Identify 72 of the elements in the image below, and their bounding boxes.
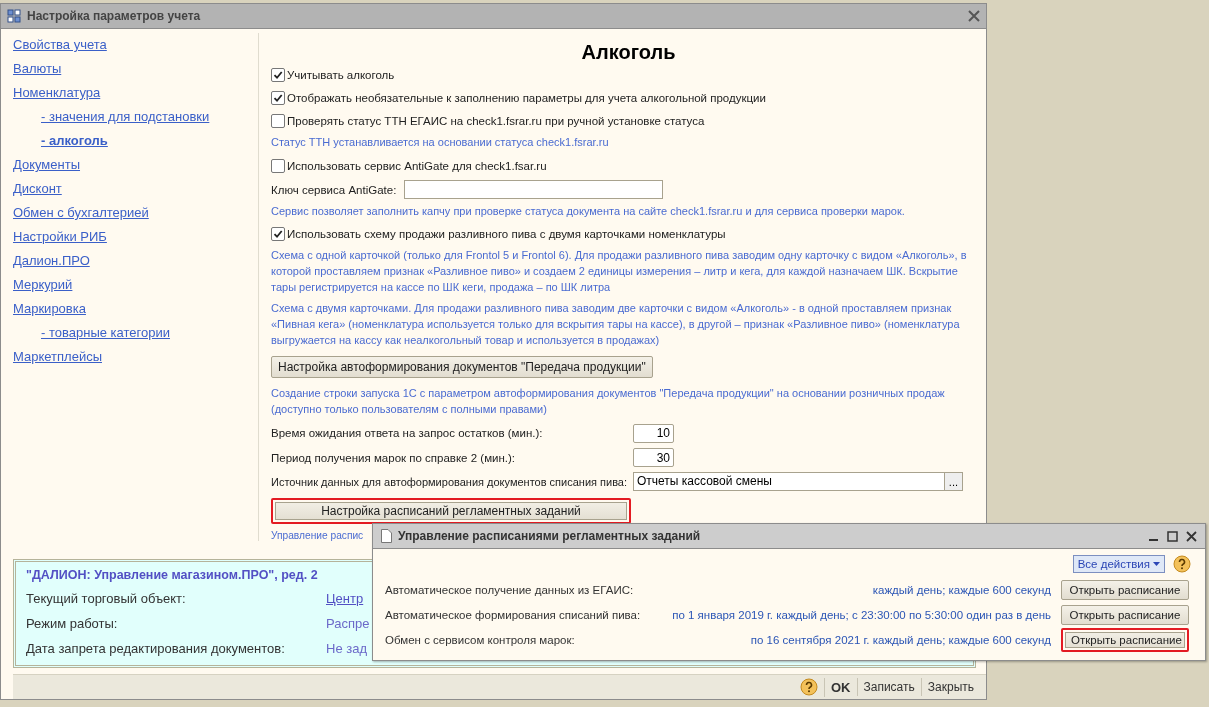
sidebar-link[interactable]: Далион.ПРО — [13, 249, 90, 273]
sidebar-link[interactable]: Настройки РИБ — [13, 225, 107, 249]
maximize-icon[interactable] — [1167, 530, 1178, 542]
sidebar-link[interactable]: Маркировка — [13, 297, 86, 321]
checkbox[interactable] — [271, 67, 285, 82]
field-label: Время ожидания ответа на запрос остатков (мин.): — [271, 427, 544, 440]
task-label: Обмен с сервисом контроля марок: — [385, 633, 576, 646]
checkbox[interactable] — [271, 91, 285, 105]
sidebar-link[interactable]: Обмен с бухгалтерией — [13, 201, 149, 225]
hint-text: Сервис позволяет заполнить капчу при проверке статуса документа на сайте check1.fsrar.ru и для сервиса проверки марок. — [271, 203, 906, 219]
checkbox[interactable] — [271, 158, 285, 173]
info-label: Текущий торговый объект: — [26, 590, 187, 608]
window-title: Настройка параметров учета — [27, 9, 202, 23]
open-schedule-button[interactable]: Открыть расписание — [1061, 627, 1189, 652]
hint-text: Схема с двумя карточками. Для продажи разливного пива заводим две карточки с видом «Алкоголь» - в одной проставляем признак «Пивная кега» (номенклатура используется только для вскрытия тары на кассе), в другой – признак «Разливное пиво» (номенклатура выгружается на кассу как неалкогольный товар и используется в продажах) — [271, 301, 961, 349]
checkbox-label[interactable]: Учитывать алкоголь — [287, 68, 395, 81]
open-schedule-button[interactable]: Открыть расписание — [1061, 604, 1189, 625]
sidebar-link[interactable]: Свойства учета — [13, 33, 107, 57]
dialog-title: Управление расписаниями регламентных заданий — [398, 529, 702, 543]
task-label: Автоматическое получение данных из ЕГАИС: — [385, 583, 635, 596]
choose-button[interactable]: ... — [943, 473, 962, 491]
select-field[interactable]: Отчеты кассовой смены ... — [633, 472, 963, 492]
sidebar-link[interactable]: - значения для подстановки — [41, 105, 210, 129]
action-button[interactable]: Настройка автоформирования документов "Передача продукции" — [271, 356, 653, 379]
hint-text: Создание строки запуска 1С с параметром автоформирования документов "Передача продукции" на основании розничных продаж (доступно только пользователям с полными правами) — [271, 386, 946, 418]
number-field[interactable]: 10 — [633, 423, 674, 443]
section-heading: Алкоголь — [581, 41, 676, 63]
info-label: Дата запрета редактирования документов: — [26, 640, 286, 658]
sidebar-link[interactable]: Дисконт — [13, 177, 62, 201]
info-link[interactable]: Центр — [326, 586, 364, 611]
help-icon[interactable] — [800, 678, 818, 696]
close-icon[interactable] — [1186, 530, 1197, 542]
info-value: Распре — [326, 615, 370, 633]
schedule-text: каждый день; каждые 600 секунд — [872, 583, 1051, 596]
sidebar-link[interactable]: Маркетплейсы — [13, 345, 102, 369]
link[interactable]: Управление распис — [271, 529, 364, 541]
checkbox-label[interactable]: Использовать сервис AntiGate для check1.fsar.ru — [287, 159, 547, 172]
field-label: Источник данных для автоформирования документов списания пива: — [271, 475, 629, 488]
checkbox-label[interactable]: Использовать схему продажи разливного пива с двумя карточками номенклатуры — [287, 228, 726, 241]
checkbox-label[interactable]: Проверять статус ТТН ЕГАИС на check1.fsrar.ru при ручной установке статуса — [287, 115, 705, 128]
sidebar-link[interactable]: - алкоголь — [41, 129, 108, 153]
sidebar-link[interactable]: Номенклатура — [13, 81, 101, 105]
sidebar-link[interactable]: Валюты — [13, 57, 62, 81]
footer-button[interactable]: OK — [824, 677, 857, 697]
hint-text: Схема с одной карточкой (только для Frontol 5 и Frontol 6). Для продажи разливного пива заводим одну карточку с видом «Алкоголь», в которой проставляем признак «Разливное пиво» и создаем 2 единицы измерения – литр и кега, для каждой назначаем ШК. Вскрытие тары регистрируется на кассе по ШК кеги, продажа – по ШК литра — [271, 248, 968, 296]
hint-text: Статус ТТН устанавливается на основании статуса check1.fsrar.ru — [271, 135, 610, 151]
schedule-text: по 1 января 2019 г. каждый день; с 23:30:00 по 5:30:00 один раз в день — [672, 608, 1051, 621]
document-icon — [381, 529, 392, 543]
number-field[interactable]: 30 — [633, 448, 674, 467]
help-icon[interactable] — [1173, 555, 1191, 573]
checkbox-label[interactable]: Отображать необязательные к заполнению параметры для учета алкогольной продукции — [287, 92, 766, 104]
app-icon — [7, 9, 21, 23]
info-label: Режим работы: — [26, 615, 119, 633]
close-icon[interactable] — [968, 10, 980, 22]
checkbox[interactable] — [271, 114, 285, 129]
sidebar-link[interactable]: Меркурий — [13, 273, 73, 297]
sidebar-link[interactable]: - товарные категории — [41, 321, 170, 345]
caret-icon — [1153, 562, 1160, 566]
panel-title: "ДАЛИОН: Управление магазином.ПРО", ред. 2 — [26, 568, 318, 582]
checkbox[interactable] — [271, 227, 285, 242]
sidebar-link[interactable]: Документы — [13, 153, 80, 177]
action-button[interactable]: Настройка расписаний регламентных заданий — [271, 497, 631, 524]
info-value: Не зад — [326, 640, 367, 658]
schedule-text: по 16 сентября 2021 г. каждый день; каждые 600 секунд — [750, 633, 1051, 646]
field-label: Период получения марок по справке 2 (мин.): — [271, 451, 517, 464]
task-label: Автоматическое формирования списаний пива: — [385, 608, 642, 621]
footer-button[interactable]: Записать — [856, 678, 921, 696]
open-schedule-button[interactable]: Открыть расписание — [1061, 579, 1189, 600]
actions-menu-button[interactable]: Все действия — [1072, 555, 1165, 573]
footer-button[interactable]: Закрыть — [920, 678, 980, 696]
field-label: Ключ сервиса AntiGate: — [271, 183, 398, 196]
input-field[interactable] — [404, 180, 663, 200]
